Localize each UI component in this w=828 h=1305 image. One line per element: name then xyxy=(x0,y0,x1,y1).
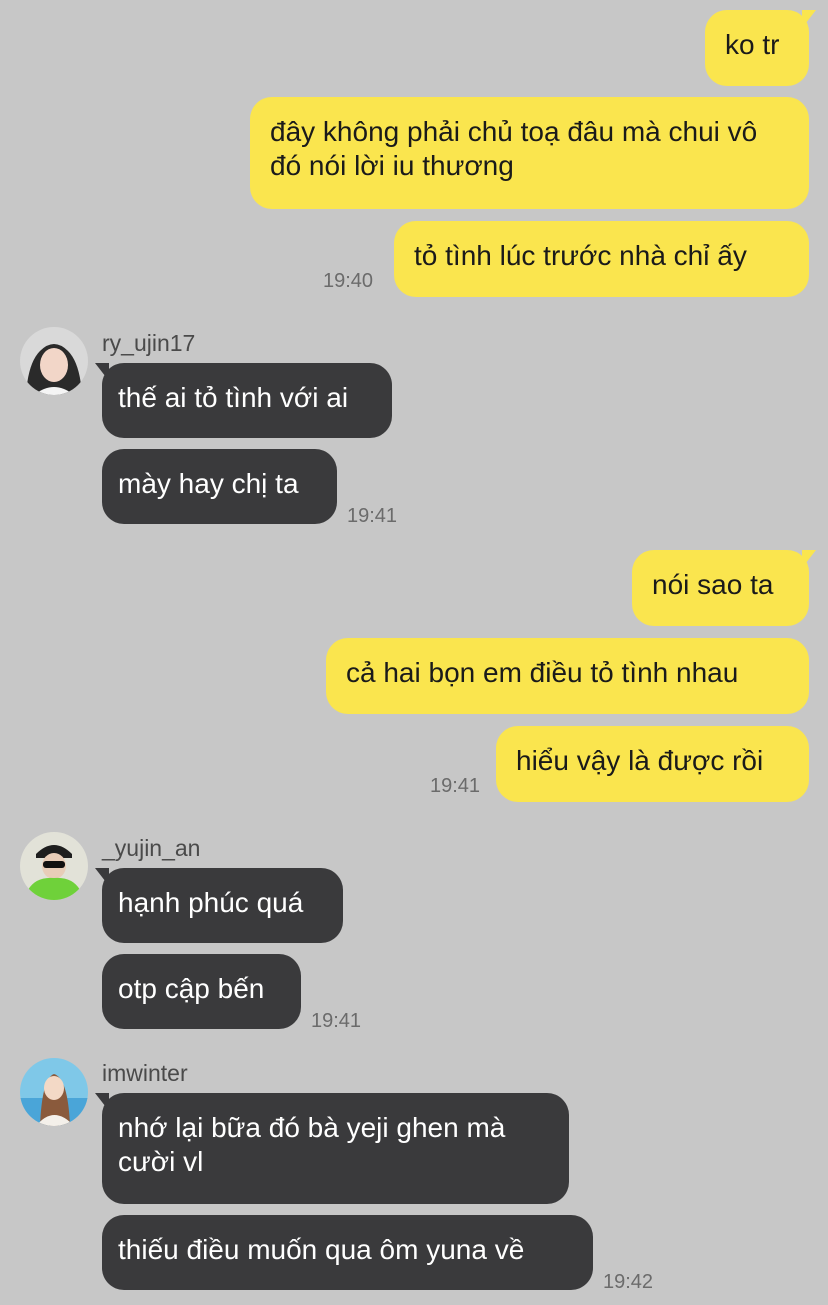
message-text: nhớ lại bữa đó bà yeji ghen mà cười vl xyxy=(118,1112,506,1177)
message-timestamp: 19:41 xyxy=(311,1010,362,1032)
outgoing-message[interactable]: đây không phải chủ toạ đâu mà chui vô đó… xyxy=(250,97,809,209)
outgoing-message[interactable]: hiểu vậy là được rồi xyxy=(496,726,809,802)
message-text: hạnh phúc quá xyxy=(118,887,304,918)
outgoing-message[interactable]: ko tr xyxy=(705,10,816,86)
incoming-message[interactable]: nhớ lại bữa đó bà yeji ghen mà cười vl xyxy=(95,1093,569,1204)
bubble-tail xyxy=(95,363,109,381)
outgoing-message[interactable]: cả hai bọn em điều tỏ tình nhau xyxy=(326,638,809,714)
incoming-message[interactable]: thiếu điều muốn qua ôm yuna về xyxy=(102,1215,593,1290)
bubble-tail xyxy=(802,550,816,568)
message-timestamp: 19:41 xyxy=(430,775,481,797)
incoming-message[interactable]: otp cập bến xyxy=(102,954,301,1029)
avatar[interactable] xyxy=(20,832,88,900)
incoming-message[interactable]: thế ai tỏ tình với ai xyxy=(95,363,392,438)
incoming-message[interactable]: mày hay chị ta xyxy=(102,449,337,524)
message-text: ko tr xyxy=(725,29,780,60)
incoming-message[interactable]: hạnh phúc quá xyxy=(95,868,343,943)
bubble-tail xyxy=(95,1093,109,1111)
message-text: cả hai bọn em điều tỏ tình nhau xyxy=(346,657,739,688)
avatar-image xyxy=(20,327,88,395)
message-timestamp: 19:42 xyxy=(603,1271,654,1293)
message-text: otp cập bến xyxy=(118,973,265,1004)
message-text: thiếu điều muốn qua ôm yuna về xyxy=(118,1234,525,1265)
message-text: đây không phải chủ toạ đâu mà chui vô đó… xyxy=(270,116,758,181)
avatar[interactable] xyxy=(20,1058,88,1126)
bubble-tail xyxy=(95,868,109,886)
message-text: hiểu vậy là được rồi xyxy=(516,745,764,776)
sender-name[interactable]: imwinter xyxy=(102,1060,188,1087)
sender-name[interactable]: ry_ujin17 xyxy=(102,330,195,357)
avatar-image xyxy=(20,832,88,900)
outgoing-message[interactable]: tỏ tình lúc trước nhà chỉ ấy xyxy=(394,221,809,297)
message-text: tỏ tình lúc trước nhà chỉ ấy xyxy=(414,240,747,271)
outgoing-message[interactable]: nói sao ta xyxy=(632,550,816,626)
message-timestamp: 19:40 xyxy=(323,270,374,292)
bubble-tail xyxy=(802,10,816,28)
message-text: nói sao ta xyxy=(652,569,774,600)
message-timestamp: 19:41 xyxy=(347,505,398,527)
avatar[interactable] xyxy=(20,327,88,395)
avatar-image xyxy=(20,1058,88,1126)
sender-name[interactable]: _yujin_an xyxy=(102,835,200,862)
message-text: thế ai tỏ tình với ai xyxy=(118,382,349,413)
message-text: mày hay chị ta xyxy=(118,468,299,499)
